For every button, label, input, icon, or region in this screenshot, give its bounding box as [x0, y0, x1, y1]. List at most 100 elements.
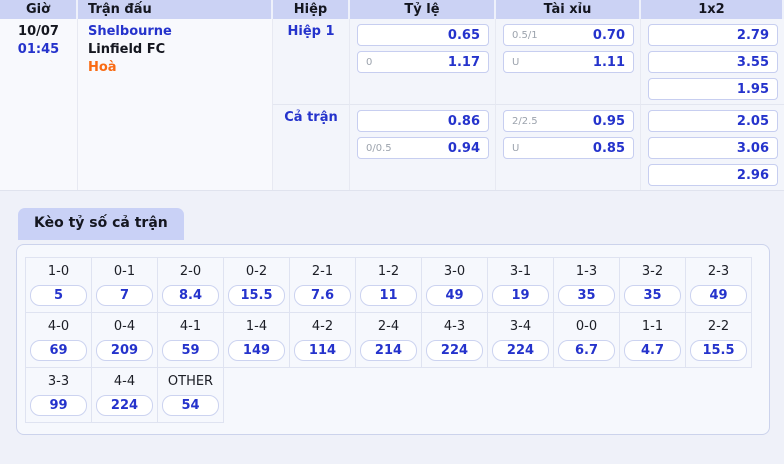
score-grid: 1-0 5 0-1 7 2-0 8.4 0-2 15.5 2-1 7.6 1-2 11 3-0 49 3-1…	[25, 257, 752, 423]
odds-value: 0.94	[447, 140, 480, 156]
empty-cell	[554, 368, 620, 423]
score-cell: 0-1 7	[91, 257, 158, 313]
score-cell: 1-4 149	[223, 312, 290, 368]
1x2-odds-button[interactable]: 2.96	[648, 164, 778, 186]
score-odds-button[interactable]: 214	[360, 340, 417, 361]
odds-value: 2.05	[736, 113, 769, 129]
odds-value: 0.86	[447, 113, 480, 129]
score-cell: 1-0 5	[25, 257, 92, 313]
score-odds-button[interactable]: 11	[360, 285, 417, 306]
header-match: Trận đấu	[78, 0, 273, 19]
header-handicap: Tỷ lệ	[350, 0, 496, 19]
score-cell: OTHER 54	[157, 367, 224, 423]
match-date: 10/07	[18, 24, 59, 39]
handicap-odds-button[interactable]: 0/0.5 0.94	[357, 137, 489, 159]
score-grid-body: 1-0 5 0-1 7 2-0 8.4 0-2 15.5 2-1 7.6 1-2 11 3-0 49 3-1…	[25, 257, 752, 423]
score-cell: 3-4 224	[487, 312, 554, 368]
1x2-odds-button[interactable]: 1.95	[648, 78, 778, 100]
score-cell: 1-3 35	[553, 257, 620, 313]
score-odds-button[interactable]: 224	[96, 395, 153, 416]
handicap-line-label: 0/0.5	[366, 142, 392, 154]
odds-value: 1.95	[736, 81, 769, 97]
empty-cell	[620, 368, 686, 423]
score-odds-button[interactable]: 6.7	[558, 340, 615, 361]
score-cell: 4-3 224	[421, 312, 488, 368]
score-odds-button[interactable]: 69	[30, 340, 87, 361]
match-time-cell: 10/07 01:45	[0, 19, 78, 190]
1x2-cell-h1: 2.79 3.55 1.95	[641, 19, 784, 105]
odds-value: 3.55	[736, 54, 769, 70]
score-cell: 0-0 6.7	[553, 312, 620, 368]
score-odds-button[interactable]: 5	[30, 285, 87, 306]
score-cell: 2-1 7.6	[289, 257, 356, 313]
empty-cell	[356, 368, 422, 423]
odds-value: 2.96	[736, 167, 769, 183]
empty-cell	[224, 368, 290, 423]
score-odds-button[interactable]: 114	[294, 340, 351, 361]
over-under-line-label: 2/2.5	[512, 115, 538, 127]
score-odds-button[interactable]: 49	[426, 285, 483, 306]
score-cell: 4-1 59	[157, 312, 224, 368]
away-team-name: Linfield FC	[88, 42, 166, 57]
score-label: OTHER	[167, 374, 214, 389]
1x2-odds-button[interactable]: 3.55	[648, 51, 778, 73]
score-odds-button[interactable]: 15.5	[228, 285, 285, 306]
score-label: 3-4	[509, 319, 532, 334]
correct-score-panel: 1-0 5 0-1 7 2-0 8.4 0-2 15.5 2-1 7.6 1-2 11 3-0 49 3-1…	[16, 244, 770, 435]
header-1x2: 1x2	[641, 0, 784, 19]
handicap-cell-h1: 0.65 0 1.17	[350, 19, 496, 105]
odds-value: 0.70	[592, 27, 625, 43]
score-odds-button[interactable]: 8.4	[162, 285, 219, 306]
1x2-odds-button[interactable]: 2.79	[648, 24, 778, 46]
score-label: 1-3	[575, 264, 598, 279]
score-label: 0-1	[113, 264, 136, 279]
score-odds-button[interactable]: 7.6	[294, 285, 351, 306]
score-odds-button[interactable]: 4.7	[624, 340, 681, 361]
handicap-odds-button[interactable]: 0.86	[357, 110, 489, 132]
score-cell: 3-0 49	[421, 257, 488, 313]
1x2-odds-button[interactable]: 2.05	[648, 110, 778, 132]
section-label-first-half: Hiệp 1	[273, 19, 350, 105]
tab-correct-score[interactable]: Kèo tỷ số cả trận	[18, 208, 184, 240]
header-half: Hiệp	[273, 0, 350, 19]
over-under-line-label: U	[512, 56, 520, 68]
score-odds-button[interactable]: 99	[30, 395, 87, 416]
score-cell: 3-2 35	[619, 257, 686, 313]
empty-cell	[290, 368, 356, 423]
match-teams-cell: Shelbourne Linfield FC Hoà	[78, 19, 273, 190]
score-cell: 4-4 224	[91, 367, 158, 423]
over-under-odds-button[interactable]: 2/2.5 0.95	[503, 110, 634, 132]
score-odds-button[interactable]: 224	[426, 340, 483, 361]
score-label: 1-0	[47, 264, 70, 279]
score-odds-button[interactable]: 59	[162, 340, 219, 361]
over-under-odds-button[interactable]: U 1.11	[503, 51, 634, 73]
draw-label: Hoà	[88, 60, 117, 75]
over-under-cell-h1: 0.5/1 0.70 U 1.11	[496, 19, 641, 105]
score-odds-button[interactable]: 54	[162, 395, 219, 416]
odds-value: 1.11	[592, 54, 625, 70]
score-label: 4-4	[113, 374, 136, 389]
over-under-odds-button[interactable]: U 0.85	[503, 137, 634, 159]
score-odds-button[interactable]: 15.5	[690, 340, 747, 361]
score-odds-button[interactable]: 7	[96, 285, 153, 306]
handicap-odds-button[interactable]: 0.65	[357, 24, 489, 46]
1x2-odds-button[interactable]: 3.06	[648, 137, 778, 159]
odds-value: 2.79	[736, 27, 769, 43]
over-under-odds-button[interactable]: 0.5/1 0.70	[503, 24, 634, 46]
score-odds-button[interactable]: 224	[492, 340, 549, 361]
score-odds-button[interactable]: 49	[690, 285, 747, 306]
handicap-line-label: 0	[366, 56, 373, 68]
score-odds-button[interactable]: 149	[228, 340, 285, 361]
score-odds-button[interactable]: 209	[96, 340, 153, 361]
score-cell: 1-2 11	[355, 257, 422, 313]
handicap-odds-button[interactable]: 0 1.17	[357, 51, 489, 73]
score-odds-button[interactable]: 19	[492, 285, 549, 306]
score-label: 2-4	[377, 319, 400, 334]
score-odds-button[interactable]: 35	[558, 285, 615, 306]
score-cell: 3-3 99	[25, 367, 92, 423]
empty-cell	[488, 368, 554, 423]
odds-value: 0.65	[447, 27, 480, 43]
score-cell: 3-1 19	[487, 257, 554, 313]
header-over-under: Tài xỉu	[496, 0, 641, 19]
score-odds-button[interactable]: 35	[624, 285, 681, 306]
